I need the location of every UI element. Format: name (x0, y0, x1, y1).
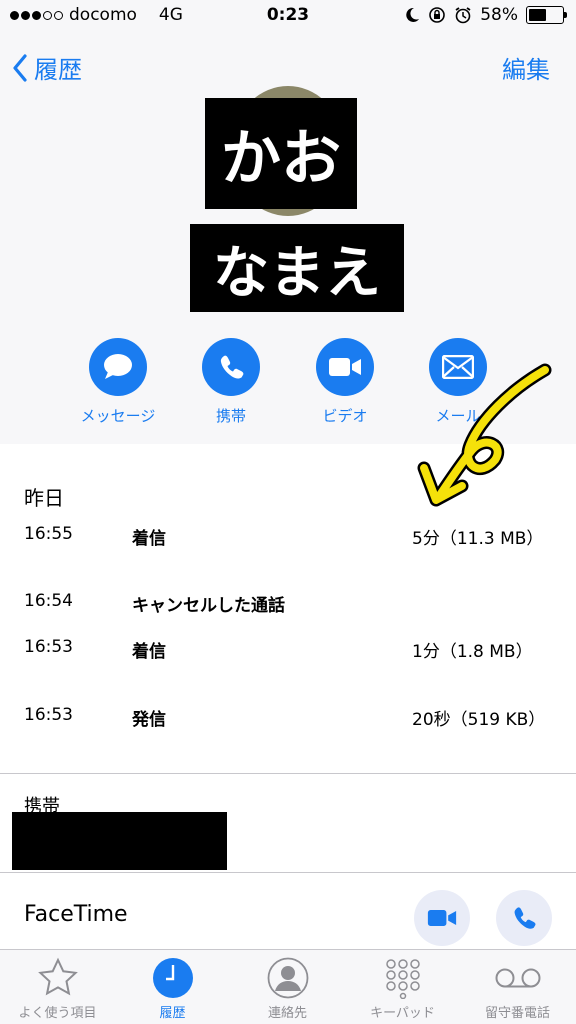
redacted-phone-number[interactable] (12, 812, 227, 870)
history-time: 16:53 (24, 705, 73, 725)
tab-favorites[interactable]: よく使う項目 (0, 956, 115, 1021)
back-button[interactable]: 履歴 (12, 50, 82, 85)
history-row: 16:54 キャンセルした通話 (0, 591, 576, 621)
history-type: キャンセルした通話 (132, 596, 285, 616)
tab-contacts[interactable]: 連絡先 (230, 956, 345, 1021)
history-type: 着信 (132, 642, 166, 662)
history-row: 16:53 発信 20秒（519 KB） (0, 705, 576, 735)
battery-icon (526, 6, 567, 24)
facetime-label: FaceTime (24, 902, 128, 927)
redacted-name-line-1: かお (205, 98, 357, 209)
facetime-video-button[interactable] (414, 890, 470, 946)
moon-icon (406, 7, 420, 22)
star-icon (37, 957, 78, 996)
video-camera-icon (427, 910, 457, 926)
keypad-icon (385, 959, 420, 999)
redacted-name-line-2: なまえ (190, 224, 404, 312)
video-action-label: ビデオ (322, 407, 368, 425)
phone-icon (220, 355, 244, 379)
back-label: 履歴 (34, 56, 82, 84)
history-row: 16:55 着信 5分（11.3 MB） (0, 524, 576, 554)
chevron-left-icon (13, 53, 27, 82)
voicemail-icon (495, 968, 540, 988)
edit-button[interactable]: 編集 (502, 50, 550, 85)
message-action-button[interactable]: メッセージ (63, 338, 173, 426)
mail-action-label: メール (435, 407, 481, 425)
tab-label: よく使う項目 (18, 1006, 97, 1021)
mobile-call-action-button[interactable]: 携帯 (176, 338, 286, 426)
person-icon (267, 957, 308, 999)
mobile-call-action-label: 携帯 (215, 407, 246, 425)
video-action-button[interactable]: ビデオ (290, 338, 400, 426)
tab-bar: よく使う項目 履歴 連絡先 キーパッド 留守番電話 (0, 949, 576, 1024)
status-bar: docomo 4G 0:23 58% (0, 0, 576, 36)
mail-action-button[interactable]: メール (403, 338, 513, 426)
tab-label: 連絡先 (267, 1006, 307, 1021)
message-action-label: メッセージ (80, 407, 156, 425)
quick-actions: メッセージ 携帯 ビデオ メール (0, 338, 576, 428)
tab-label: 留守番電話 (484, 1006, 550, 1021)
history-row: 16:53 着信 1分（1.8 MB） (0, 637, 576, 667)
history-detail: 1分（1.8 MB） (412, 642, 533, 662)
alarm-icon (455, 7, 471, 24)
tab-label: 履歴 (159, 1006, 186, 1021)
history-date: 昨日 (24, 486, 64, 510)
facetime-audio-button[interactable] (496, 890, 552, 946)
mail-envelope-icon (442, 355, 474, 379)
contact-header: 履歴 編集 かお なまえ メッセージ 携帯 ビデオ メール (0, 36, 576, 444)
tab-recents[interactable]: 履歴 (115, 956, 230, 1021)
history-time: 16:55 (24, 524, 73, 544)
divider (0, 773, 576, 774)
call-history: 昨日 16:55 着信 5分（11.3 MB） 16:54 キャンセルした通話 … (0, 444, 576, 774)
history-detail: 20秒（519 KB） (412, 710, 546, 730)
tab-keypad[interactable]: キーパッド (345, 956, 460, 1021)
rotation-lock-icon (429, 7, 446, 23)
history-detail: 5分（11.3 MB） (412, 529, 544, 549)
history-time: 16:54 (24, 591, 73, 611)
tab-voicemail[interactable]: 留守番電話 (460, 956, 575, 1021)
video-camera-icon (329, 358, 361, 376)
phone-icon (514, 907, 536, 929)
history-time: 16:53 (24, 637, 73, 657)
battery-percent: 58% (480, 5, 518, 25)
message-bubble-icon (104, 354, 132, 379)
clock-icon (152, 958, 193, 998)
status-right: 58% (404, 5, 567, 25)
divider (0, 872, 576, 873)
history-type: 発信 (132, 710, 166, 730)
history-type: 着信 (132, 529, 166, 549)
tab-label: キーパッド (370, 1006, 435, 1021)
facetime-row: FaceTime (0, 874, 576, 949)
